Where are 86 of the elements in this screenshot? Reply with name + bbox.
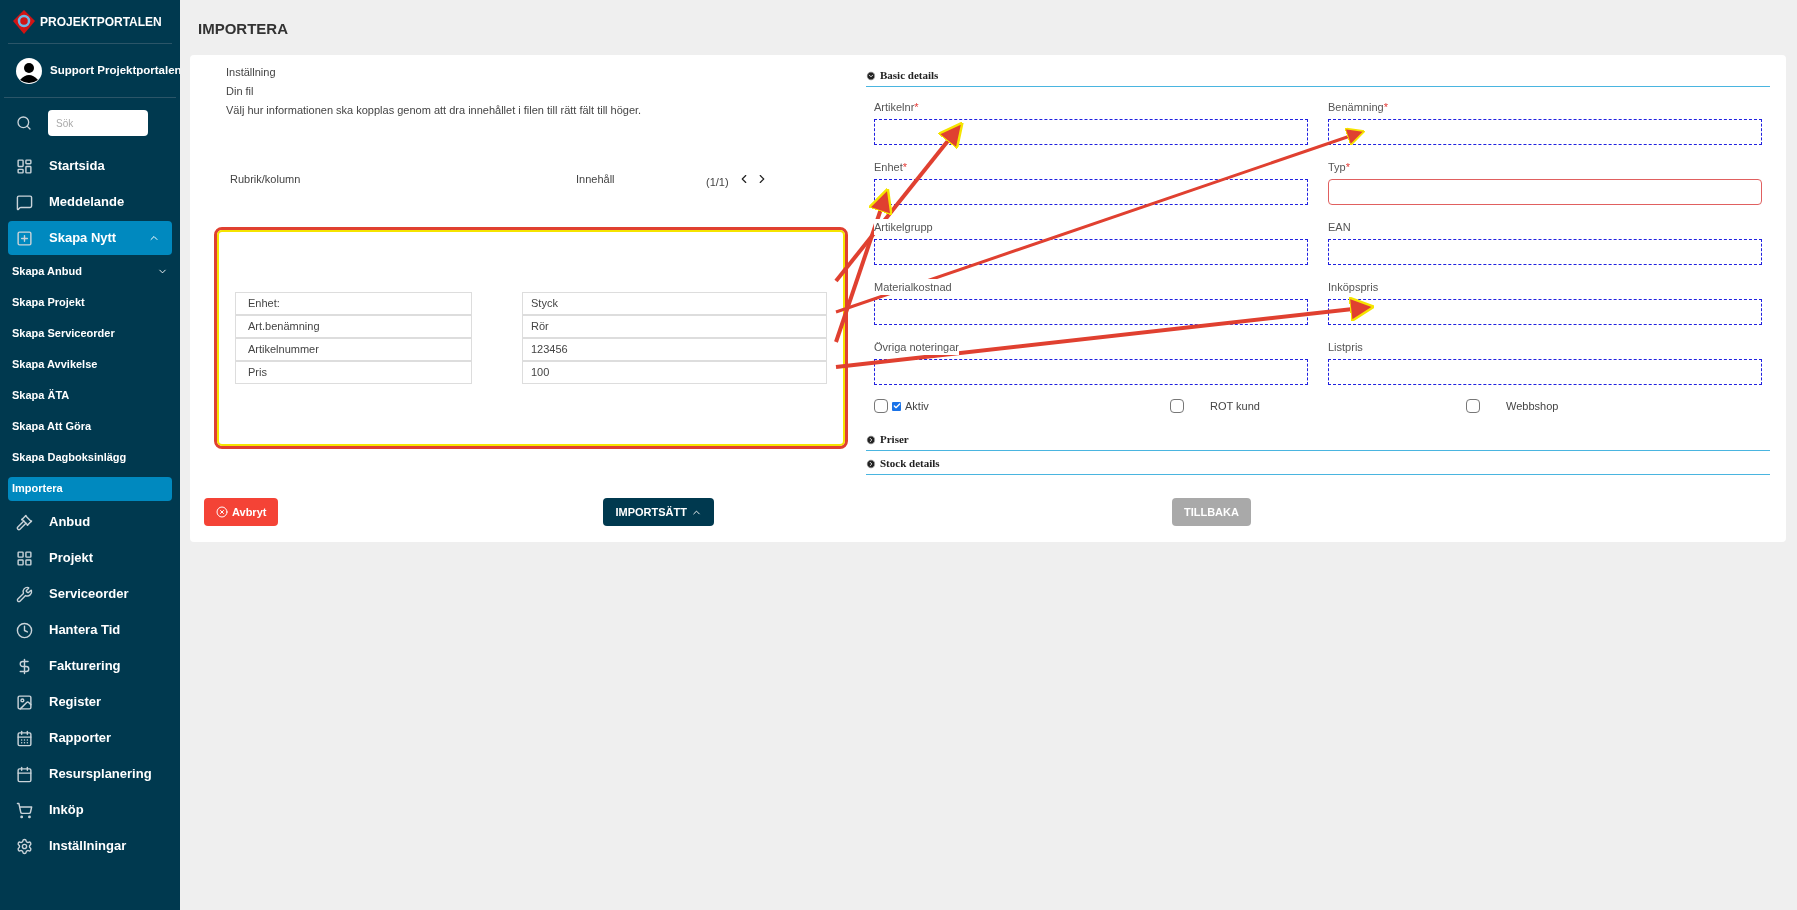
grid-icon	[16, 549, 33, 567]
checkbox-label: Webbshop	[1506, 398, 1559, 414]
chevron-icon	[866, 70, 876, 81]
table-cell[interactable]: Art.benämning	[235, 315, 472, 338]
sidebar-item[interactable]: Anbud	[8, 505, 172, 539]
brand-name: PROJEKTPORTALEN	[40, 13, 162, 31]
chevron-icon	[866, 434, 876, 445]
sidebar-subitem[interactable]: Skapa ÄTA	[8, 383, 172, 408]
column-heading: Rubrik/kolumn	[229, 171, 302, 187]
table-cell[interactable]: 123456	[522, 338, 827, 361]
search-icon	[16, 115, 32, 131]
checkbox-label: Aktiv	[905, 398, 929, 414]
field-label: Materialkostnad	[874, 278, 952, 295]
input-field[interactable]	[1328, 299, 1762, 325]
sidebar-item[interactable]: Fakturering	[8, 649, 172, 683]
cart-icon	[16, 801, 33, 819]
gavel-icon	[16, 513, 33, 531]
sidebar-item[interactable]: Meddelande	[8, 185, 172, 219]
sidebar-subitem[interactable]: Skapa Anbud	[8, 259, 172, 284]
table-cell[interactable]: Enhet:	[235, 292, 472, 315]
table-cell[interactable]: 100	[522, 361, 827, 384]
table-cell[interactable]: Styck	[522, 292, 827, 315]
sidebar-subitem[interactable]: Skapa Projekt	[8, 290, 172, 315]
table-cell[interactable]: Artikelnummer	[235, 338, 472, 361]
checkbox[interactable]	[1466, 399, 1480, 413]
column-heading: Innehåll	[576, 171, 616, 187]
checkbox[interactable]	[892, 401, 901, 411]
input-field[interactable]	[874, 299, 1308, 325]
sidebar-item[interactable]: Serviceorder	[8, 577, 172, 611]
wrench-icon	[16, 585, 33, 603]
required-mark: *	[914, 99, 919, 115]
input-field[interactable]	[874, 119, 1308, 145]
section-header[interactable]: Basic details	[866, 65, 1770, 87]
calendar-icon	[16, 729, 33, 747]
checkbox[interactable]	[1170, 399, 1184, 413]
input-field[interactable]	[1328, 359, 1762, 385]
user-name[interactable]: Support Projektportalen	[50, 61, 180, 80]
sidebar-subitem[interactable]: Skapa Avvikelse	[8, 352, 172, 377]
sidebar-item[interactable]: Inställningar	[8, 829, 172, 863]
sidebar-subitem[interactable]: Importera	[8, 476, 172, 501]
section-header[interactable]: Priser	[866, 429, 1770, 451]
calendar-icon	[16, 765, 33, 783]
input-field[interactable]	[874, 359, 1308, 385]
sidebar-item[interactable]: Inköp	[8, 793, 172, 827]
sidebar-item[interactable]: Register	[8, 685, 172, 719]
input-field[interactable]	[1328, 239, 1762, 265]
sidebar-item[interactable]: Rapporter	[8, 721, 172, 755]
dashboard-icon	[16, 157, 33, 175]
clock-icon	[16, 621, 33, 639]
action-button[interactable]: Avbryt	[204, 498, 279, 526]
section-header[interactable]: Stock details	[866, 453, 1770, 475]
pager-text: (1/1)	[706, 174, 729, 190]
plus-square-icon	[16, 229, 33, 247]
sidebar-item[interactable]: Startsida	[8, 149, 172, 183]
intro-text: Välj hur informationen ska kopplas genom att dra innehållet i filen till rätt fält till höger.	[226, 103, 643, 119]
required-mark: *	[1345, 159, 1350, 175]
input-field[interactable]	[874, 239, 1308, 265]
intro-text: Inställning	[226, 65, 277, 81]
field-label: Artikelgrupp	[874, 218, 933, 235]
page-title: IMPORTERA	[197, 19, 289, 40]
input-field[interactable]	[874, 179, 1308, 205]
action-button[interactable]: IMPORTSÄTT	[603, 498, 714, 526]
input-field[interactable]	[1328, 119, 1762, 145]
required-mark: *	[902, 159, 908, 175]
sidebar-item[interactable]: Hantera Tid	[8, 613, 172, 647]
logo-icon	[12, 8, 36, 35]
settings-icon	[16, 837, 33, 855]
sidebar-subitem[interactable]: Skapa Att Göra	[8, 414, 172, 439]
cancel-icon	[216, 506, 228, 518]
search-field[interactable]: Sök	[48, 110, 148, 136]
avatar-icon	[16, 57, 42, 84]
input-field[interactable]	[1328, 179, 1762, 205]
message-icon	[16, 193, 33, 211]
table-cell[interactable]: Rör	[522, 315, 827, 338]
checkbox[interactable]	[874, 399, 888, 413]
sidebar-item[interactable]: Projekt	[8, 541, 172, 575]
chevron-icon	[866, 458, 876, 469]
intro-text: Din fil	[226, 84, 255, 100]
sidebar-item[interactable]: Skapa Nytt	[8, 221, 172, 255]
sidebar-subitem[interactable]: Skapa Serviceorder	[8, 321, 172, 346]
image-icon	[16, 693, 33, 711]
sidebar-subitem[interactable]: Skapa Dagboksinlägg	[8, 445, 172, 470]
table-cell[interactable]: Pris	[235, 361, 472, 384]
required-mark: *	[1383, 99, 1388, 115]
checkbox-label: ROT kund	[1210, 398, 1260, 414]
sidebar-item[interactable]: Resursplanering	[8, 757, 172, 791]
